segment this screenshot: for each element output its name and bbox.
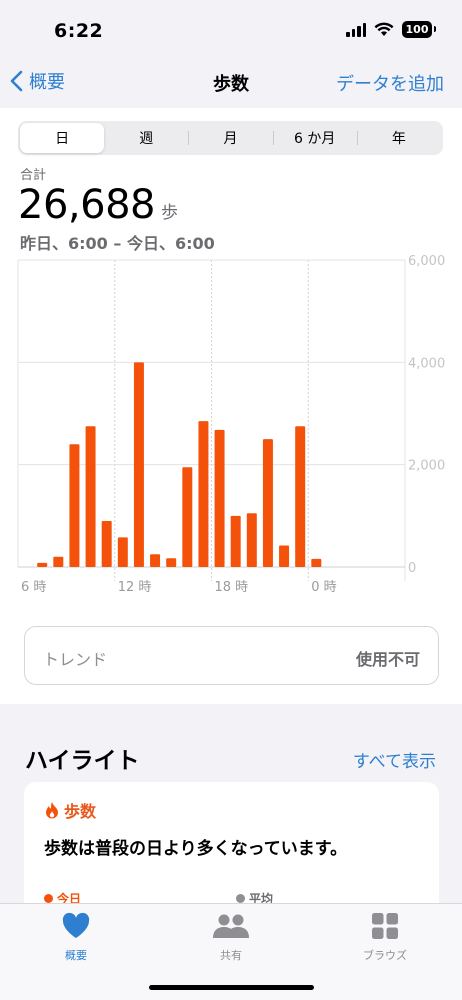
navigation-bar: 概要 歩数 データを追加 xyxy=(0,58,462,108)
segment-label: 月 xyxy=(223,131,238,147)
status-bar: 6:22 100 xyxy=(0,0,462,58)
highlight-card-header: 歩数 xyxy=(44,798,96,822)
chart-bar xyxy=(166,558,177,567)
segment-day[interactable]: 日 xyxy=(20,123,105,153)
signal-icon xyxy=(346,22,366,37)
home-indicator xyxy=(149,985,314,990)
y-tick-label: 4,000 xyxy=(408,356,445,371)
chart-bar xyxy=(262,439,273,567)
steps-bar-chart[interactable]: 0 2,000 4,000 6,000 6 時 12 時 18 時 0 時 xyxy=(0,250,462,600)
trend-status: 使用不可 xyxy=(355,650,420,669)
status-time: 6:22 xyxy=(54,20,104,42)
period-segmented-control: 日 週 月 6 か月 年 xyxy=(18,121,443,155)
legend-dot xyxy=(44,894,53,903)
tab-summary[interactable]: 概要 xyxy=(26,912,126,963)
y-tick-label: 0 xyxy=(408,561,416,576)
grid-icon xyxy=(372,913,398,939)
tab-browse[interactable]: ブラウズ xyxy=(335,912,435,963)
add-data-button[interactable]: データを追加 xyxy=(336,70,444,96)
tab-label: 共有 xyxy=(220,949,242,962)
segment-month[interactable]: 月 xyxy=(188,123,272,153)
segment-year[interactable]: 年 xyxy=(356,123,441,153)
total-steps-unit: 歩 xyxy=(160,203,178,223)
chart-bar xyxy=(311,558,322,567)
x-tick-label: 6 時 xyxy=(21,580,46,595)
segment-label: 年 xyxy=(391,131,406,147)
highlight-card-title: 歩数 xyxy=(64,802,97,821)
legend-dot xyxy=(236,894,245,903)
trend-card[interactable]: トレンド 使用不可 xyxy=(24,626,439,685)
x-tick-label: 18 時 xyxy=(215,580,249,595)
chart-bar xyxy=(182,467,193,567)
segment-week[interactable]: 週 xyxy=(104,123,188,153)
chart-bar xyxy=(295,426,306,567)
steps-detail-card: 日 週 月 6 か月 年 合計 26,688 歩 昨日、6:00 – 今日、6:… xyxy=(0,108,462,704)
x-tick-label: 0 時 xyxy=(311,580,336,595)
y-tick-label: 2,000 xyxy=(408,459,445,474)
total-steps-value: 26,688 xyxy=(18,182,155,228)
chart-bar xyxy=(101,520,112,567)
tab-label: 概要 xyxy=(65,949,87,962)
segment-label: 日 xyxy=(55,131,70,147)
chart-bar xyxy=(150,554,161,567)
segment-six-months[interactable]: 6 か月 xyxy=(272,123,357,153)
chart-bar xyxy=(37,562,48,567)
segment-label: 週 xyxy=(139,131,154,147)
highlights-heading: ハイライト xyxy=(25,748,140,774)
see-all-link[interactable]: すべて表示 xyxy=(353,747,436,772)
chart-bar xyxy=(230,515,241,567)
chart-bar xyxy=(117,537,128,567)
battery-indicator: 100 xyxy=(402,21,436,38)
highlight-text: 歩数は普段の日より多くなっています。 xyxy=(44,839,348,859)
tab-label: ブラウズ xyxy=(363,949,407,962)
total-row: 26,688 歩 xyxy=(18,182,178,228)
people-icon xyxy=(213,914,249,938)
chart-bar xyxy=(85,426,96,567)
chart-bar xyxy=(53,556,64,567)
trend-label: トレンド xyxy=(43,650,108,669)
y-tick-label: 6,000 xyxy=(408,254,445,269)
chart-bar xyxy=(279,545,290,567)
chart-bar xyxy=(198,421,209,567)
segment-label: 6 か月 xyxy=(294,131,336,147)
status-icons: 100 xyxy=(346,21,436,38)
chart-bar xyxy=(133,362,144,567)
total-label: 合計 xyxy=(20,168,47,183)
chart-bar xyxy=(69,444,80,567)
chart-bar xyxy=(246,513,257,567)
chart-bar xyxy=(214,429,225,567)
x-tick-label: 12 時 xyxy=(118,580,152,595)
flame-icon xyxy=(46,802,58,819)
wifi-icon xyxy=(374,22,394,36)
highlight-card[interactable]: 歩数 歩数は普段の日より多くなっています。 今日 平均 xyxy=(24,782,439,922)
heart-icon xyxy=(62,912,90,938)
tab-sharing[interactable]: 共有 xyxy=(181,912,281,963)
